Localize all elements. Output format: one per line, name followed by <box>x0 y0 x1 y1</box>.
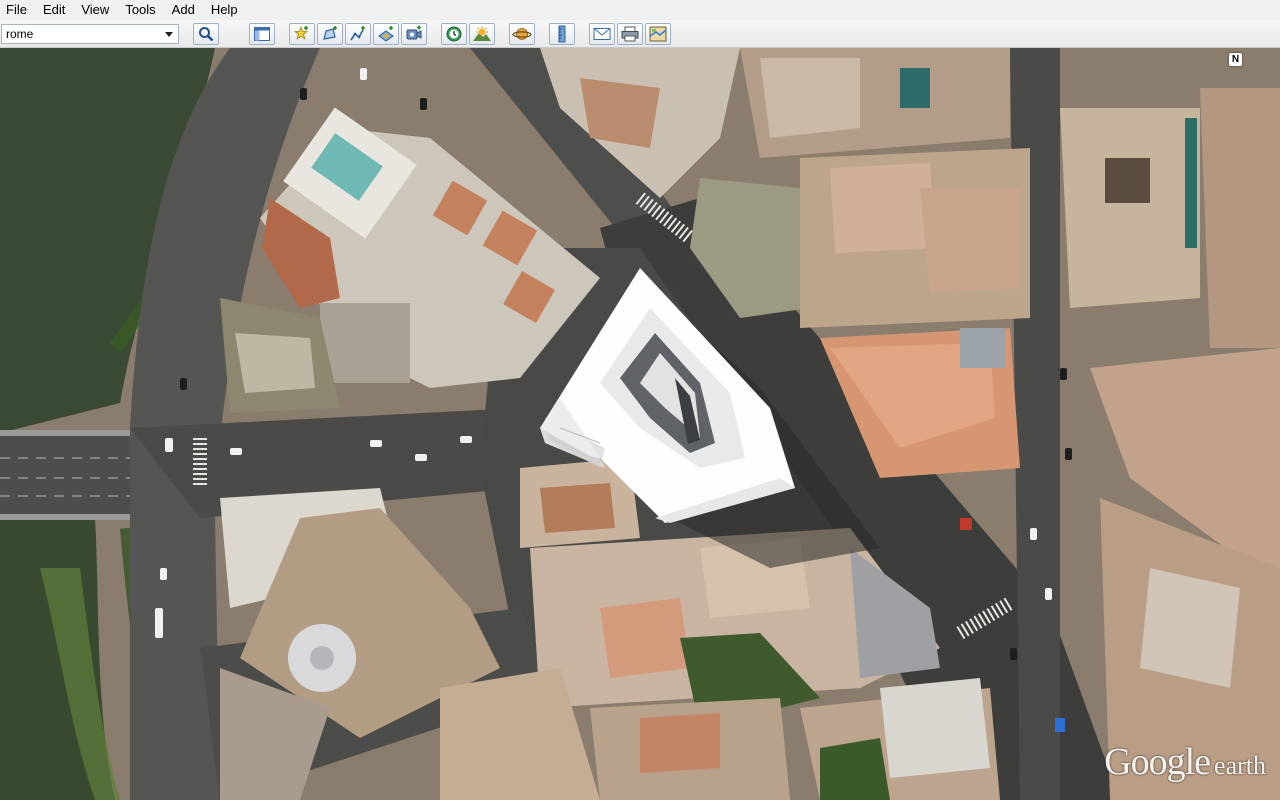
sidebar-icon <box>254 27 270 41</box>
toolbar <box>0 20 1280 48</box>
add-polygon-icon <box>323 26 337 40</box>
menu-bar: File Edit View Tools Add Help <box>0 0 1280 20</box>
print-icon <box>621 26 639 42</box>
view-in-maps-button[interactable] <box>645 23 671 45</box>
add-image-overlay-button[interactable] <box>373 23 399 45</box>
add-path-button[interactable] <box>345 23 371 45</box>
add-path-icon <box>350 26 365 41</box>
record-tour-icon <box>406 25 422 40</box>
view-in-maps-icon <box>649 26 667 42</box>
menu-view[interactable]: View <box>73 0 117 20</box>
logo-product: earth <box>1214 751 1266 780</box>
menu-tools[interactable]: Tools <box>117 0 163 20</box>
sunlight-button[interactable] <box>469 23 495 45</box>
search-icon <box>199 27 214 42</box>
add-placemark-icon <box>293 25 309 40</box>
toggle-sidebar-button[interactable] <box>249 23 275 45</box>
menu-file[interactable]: File <box>0 0 35 20</box>
search-combobox[interactable] <box>1 24 179 44</box>
add-image-overlay-icon <box>378 26 394 42</box>
bridge <box>0 430 135 520</box>
add-polygon-button[interactable] <box>317 23 343 45</box>
menu-edit[interactable]: Edit <box>35 0 73 20</box>
ruler-button[interactable] <box>549 23 575 45</box>
menu-add[interactable]: Add <box>164 0 203 20</box>
earth-3d-view[interactable]: N Google earth <box>0 48 1280 800</box>
add-placemark-button[interactable] <box>289 23 315 45</box>
historical-imagery-button[interactable] <box>441 23 467 45</box>
google-earth-window: File Edit View Tools Add Help rome N Goo… <box>0 0 1280 800</box>
email-icon <box>593 28 611 40</box>
ruler-icon <box>558 25 566 43</box>
satellite-imagery <box>0 48 1280 800</box>
logo-brand: Google <box>1104 741 1211 783</box>
switch-planet-button[interactable] <box>509 23 535 45</box>
print-button[interactable] <box>617 23 643 45</box>
search-button[interactable] <box>193 23 219 45</box>
google-earth-logo: Google earth <box>1104 740 1266 784</box>
planets-icon <box>512 28 532 40</box>
historical-imagery-icon <box>446 26 462 42</box>
email-button[interactable] <box>589 23 615 45</box>
compass-north-indicator[interactable]: N <box>1229 53 1242 66</box>
record-tour-button[interactable] <box>401 23 427 45</box>
menu-help[interactable]: Help <box>203 0 246 20</box>
sunlight-icon <box>473 26 491 41</box>
chevron-down-icon[interactable] <box>162 26 176 42</box>
search-input[interactable] <box>2 25 162 43</box>
